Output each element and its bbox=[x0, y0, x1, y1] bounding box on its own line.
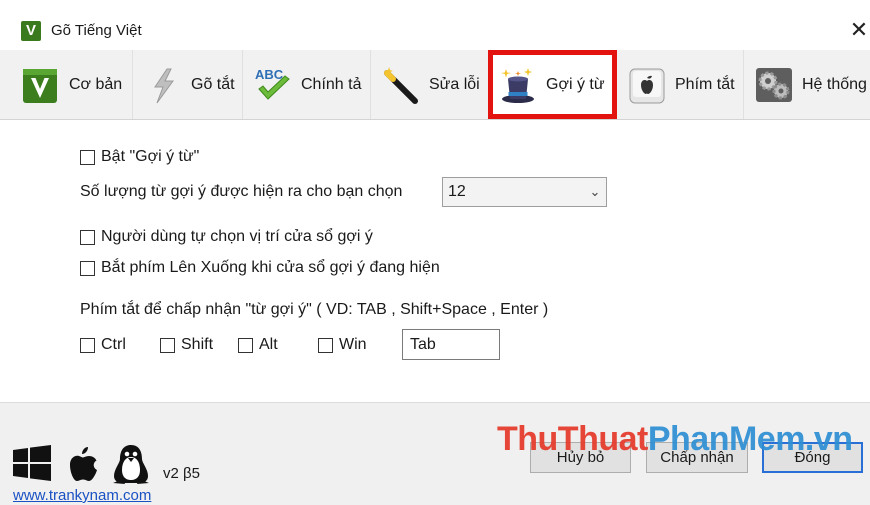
version-label: v2 β5 bbox=[163, 465, 200, 482]
tab-phim-tat[interactable]: Phím tắt bbox=[617, 50, 744, 119]
shortcut-key-input[interactable]: Tab bbox=[402, 329, 500, 360]
checkbox-label: Bắt phím Lên Xuống khi cửa sổ gợi ý đang… bbox=[101, 259, 440, 276]
shift-checkbox[interactable]: Shift bbox=[160, 336, 213, 354]
checkbox-box[interactable] bbox=[318, 337, 333, 353]
chevron-down-icon: ⌄ bbox=[589, 184, 601, 199]
checkbox-label: Shift bbox=[181, 336, 214, 353]
tab-label: Cơ bản bbox=[69, 75, 123, 93]
watermark-part-b: PhanMem.vn bbox=[647, 420, 853, 458]
checkbox-label: Bật "Gợi ý từ" bbox=[101, 148, 200, 165]
tab-he-thong[interactable]: Hệ thống bbox=[744, 50, 870, 119]
linux-penguin-icon bbox=[113, 445, 149, 484]
checkbox-box[interactable] bbox=[80, 260, 95, 276]
suggest-count-label-row: Số lượng từ gợi ý được hiện ra cho bạn c… bbox=[80, 183, 402, 201]
checkbox-box[interactable] bbox=[80, 149, 95, 165]
app-icon: V bbox=[21, 21, 41, 41]
gears-icon bbox=[756, 67, 792, 102]
shortcut-heading: Phím tắt để chấp nhận "từ gợi ý" ( VD: T… bbox=[80, 301, 549, 318]
window-title: Gõ Tiếng Việt bbox=[51, 22, 142, 39]
suggest-settings-panel: Bật "Gợi ý từ" Số lượng từ gợi ý được hi… bbox=[0, 120, 870, 402]
tab-co-ban[interactable]: Cơ bản bbox=[11, 50, 133, 119]
checkbox-box[interactable] bbox=[80, 229, 95, 245]
tab-label: Sửa lỗi bbox=[429, 75, 480, 93]
tab-sua-loi[interactable]: Sửa lỗi bbox=[371, 50, 490, 119]
v-logo-icon bbox=[23, 68, 57, 103]
tab-label: Phím tắt bbox=[675, 75, 735, 93]
settings-toolbar: Cơ bản Gõ tắt ABC Chính tả Sửa lỗi Gợi ý… bbox=[0, 50, 870, 120]
apple-key-icon bbox=[629, 68, 665, 103]
tab-chinh-ta[interactable]: ABC Chính tả bbox=[243, 50, 371, 119]
magic-wand-icon bbox=[384, 66, 418, 104]
apple-logo-icon bbox=[70, 447, 97, 481]
tab-label: Hệ thống bbox=[802, 75, 867, 93]
checkbox-label: Người dùng tự chọn vị trí cửa sổ gợi ý bbox=[101, 228, 373, 245]
suggest-count-select[interactable]: 12 ⌄ bbox=[442, 177, 607, 207]
checkbox-box[interactable] bbox=[160, 337, 175, 353]
win-checkbox[interactable]: Win bbox=[318, 336, 367, 354]
footer-bar: v2 β5 www.trankynam.com Hủy bỏ Chấp nhận… bbox=[0, 402, 870, 505]
tab-go-tat[interactable]: Gõ tắt bbox=[133, 50, 243, 119]
tab-goi-y-tu[interactable]: Gợi ý từ bbox=[488, 50, 617, 119]
tab-label: Chính tả bbox=[301, 75, 362, 93]
magic-hat-icon bbox=[501, 67, 534, 103]
suggest-count-label: Số lượng từ gợi ý được hiện ra cho bạn c… bbox=[80, 183, 403, 200]
tab-label: Gợi ý từ bbox=[546, 75, 605, 93]
watermark: ThuThuatPhanMem.vn bbox=[497, 419, 853, 459]
checkbox-label: Win bbox=[339, 336, 367, 353]
enable-suggest-checkbox[interactable]: Bật "Gợi ý từ" bbox=[80, 148, 199, 166]
arrow-keys-checkbox[interactable]: Bắt phím Lên Xuống khi cửa sổ gợi ý đang… bbox=[80, 259, 440, 277]
checkbox-label: Alt bbox=[259, 336, 278, 353]
abc-check-icon: ABC bbox=[255, 67, 290, 100]
tab-label: Gõ tắt bbox=[191, 75, 235, 93]
title-bar: V Gõ Tiếng Việt ✕ bbox=[0, 0, 870, 50]
watermark-part-a: ThuThuat bbox=[497, 420, 648, 458]
alt-checkbox[interactable]: Alt bbox=[238, 336, 278, 354]
windows-logo-icon bbox=[13, 445, 51, 481]
svg-text:ABC: ABC bbox=[255, 67, 284, 82]
user-position-checkbox[interactable]: Người dùng tự chọn vị trí cửa sổ gợi ý bbox=[80, 228, 373, 246]
select-value: 12 bbox=[448, 183, 466, 200]
website-link[interactable]: www.trankynam.com bbox=[13, 487, 151, 504]
shortcut-heading-row: Phím tắt để chấp nhận "từ gợi ý" ( VD: T… bbox=[80, 301, 548, 319]
close-window-button[interactable]: ✕ bbox=[846, 16, 870, 44]
lightning-icon bbox=[154, 68, 174, 103]
checkbox-box[interactable] bbox=[80, 337, 95, 353]
ctrl-checkbox[interactable]: Ctrl bbox=[80, 336, 126, 354]
checkbox-label: Ctrl bbox=[101, 336, 126, 353]
checkbox-box[interactable] bbox=[238, 337, 253, 353]
